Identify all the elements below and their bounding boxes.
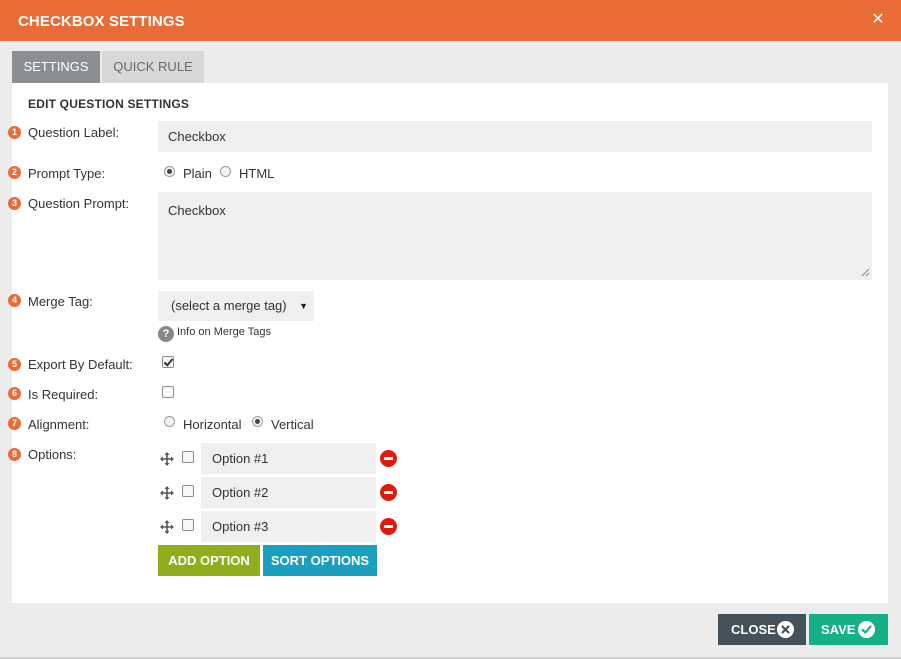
- options-label: Options:: [28, 447, 77, 462]
- question-prompt-textarea[interactable]: Checkbox: [158, 192, 872, 280]
- step-number-badge: 4: [8, 294, 21, 307]
- drag-move-icon[interactable]: [160, 520, 174, 534]
- option-input[interactable]: Option #1: [201, 443, 376, 474]
- export-by-default-checkbox[interactable]: [162, 356, 174, 368]
- settings-panel: [12, 83, 888, 603]
- merge-tags-info-link[interactable]: Info on Merge Tags: [177, 326, 271, 338]
- is-required-label: Is Required:: [28, 387, 99, 402]
- prompt-type-html-radio[interactable]: [220, 166, 231, 177]
- alignment-vertical-radio[interactable]: [252, 416, 263, 427]
- remove-option-icon[interactable]: [380, 484, 397, 501]
- option-checkbox[interactable]: [182, 519, 194, 531]
- merge-tag-selected-value: (select a merge tag): [171, 298, 287, 313]
- prompt-type-plain-label: Plain: [183, 166, 212, 181]
- option-checkbox[interactable]: [182, 451, 194, 463]
- add-option-button[interactable]: ADD OPTION: [158, 545, 260, 576]
- option-input[interactable]: Option #2: [201, 477, 376, 508]
- prompt-type-label: Prompt Type:: [28, 166, 106, 181]
- question-label-label: Question Label:: [28, 125, 120, 140]
- export-by-default-label: Export By Default:: [28, 357, 133, 372]
- tab-quick-rule[interactable]: QUICK RULE: [102, 51, 204, 83]
- close-circle-icon: [777, 621, 794, 638]
- save-button[interactable]: SAVE: [809, 614, 888, 645]
- dialog-title: CHECKBOX SETTINGS: [18, 13, 185, 30]
- step-number-badge: 1: [8, 126, 21, 139]
- remove-option-icon[interactable]: [380, 518, 397, 535]
- check-circle-icon: [858, 621, 875, 638]
- step-number-badge: 8: [8, 448, 21, 461]
- alignment-vertical-label: Vertical: [271, 417, 314, 432]
- alignment-horizontal-label: Horizontal: [183, 417, 242, 432]
- sort-options-button[interactable]: SORT OPTIONS: [263, 545, 377, 576]
- tab-settings[interactable]: SETTINGS: [12, 51, 100, 83]
- is-required-checkbox[interactable]: [162, 386, 174, 398]
- close-button-label: CLOSE: [731, 622, 776, 637]
- resize-grip-icon[interactable]: [861, 268, 870, 277]
- drag-move-icon[interactable]: [160, 486, 174, 500]
- option-input[interactable]: Option #3: [201, 511, 376, 542]
- save-button-label: SAVE: [821, 622, 856, 637]
- close-icon[interactable]: ✕: [870, 11, 886, 29]
- alignment-horizontal-radio[interactable]: [164, 416, 175, 427]
- merge-tag-select[interactable]: (select a merge tag) ▼: [158, 291, 314, 321]
- alignment-label: Alignment:: [28, 417, 90, 432]
- caret-down-icon: ▼: [299, 301, 308, 311]
- prompt-type-html-label: HTML: [239, 166, 275, 181]
- help-icon[interactable]: ?: [158, 326, 174, 342]
- step-number-badge: 3: [8, 197, 21, 210]
- question-prompt-label: Question Prompt:: [28, 196, 130, 211]
- step-number-badge: 6: [8, 387, 21, 400]
- merge-tag-label: Merge Tag:: [28, 294, 93, 309]
- remove-option-icon[interactable]: [380, 450, 397, 467]
- option-checkbox[interactable]: [182, 485, 194, 497]
- section-title: EDIT QUESTION SETTINGS: [28, 97, 190, 111]
- step-number-badge: 2: [8, 166, 21, 179]
- step-number-badge: 7: [8, 417, 21, 430]
- question-label-input[interactable]: Checkbox: [158, 121, 872, 152]
- step-number-badge: 5: [8, 358, 21, 371]
- drag-move-icon[interactable]: [160, 452, 174, 466]
- close-button[interactable]: CLOSE: [718, 614, 806, 645]
- prompt-type-plain-radio[interactable]: [164, 166, 175, 177]
- dialog-header: CHECKBOX SETTINGS ✕: [0, 0, 901, 41]
